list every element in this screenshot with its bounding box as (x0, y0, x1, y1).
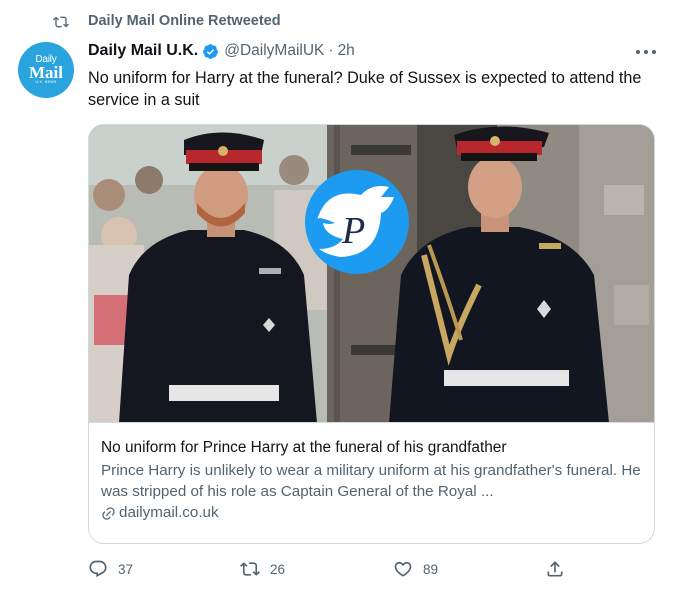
more-dot (636, 50, 640, 54)
retweet-icon (240, 562, 260, 576)
reply-button[interactable]: 37 (88, 558, 133, 580)
author-display-name[interactable]: Daily Mail U.K. (88, 42, 198, 60)
header-separator: · (328, 42, 334, 59)
tweet-timestamp[interactable]: 2h (338, 42, 355, 60)
tweet-actions: 37 26 89 (0, 558, 679, 580)
reply-icon (89, 560, 107, 578)
retweet-banner-label[interactable]: Daily Mail Online Retweeted (88, 13, 281, 29)
link-card[interactable]: P No uniform for Prince Harry at the fun… (88, 124, 655, 544)
card-domain-label[interactable]: dailymail.co.uk (119, 503, 219, 523)
card-image[interactable]: P (89, 125, 654, 423)
card-title[interactable]: No uniform for Prince Harry at the funer… (101, 437, 642, 458)
verified-badge-icon (203, 43, 219, 59)
share-icon (547, 561, 563, 577)
link-icon (102, 506, 115, 520)
more-dot (644, 50, 648, 54)
avatar-logo-line2: Mail (29, 63, 63, 82)
heart-icon (394, 561, 412, 577)
avatar[interactable]: Daily Mail U.K. NEWS (18, 42, 74, 98)
retweet-icon (53, 16, 69, 28)
card-domain[interactable]: dailymail.co.uk (101, 503, 642, 523)
tweet-header: Daily Mail U.K. @DailyMailUK · 2h (88, 40, 355, 62)
card-body[interactable]: No uniform for Prince Harry at the funer… (89, 424, 654, 523)
more-dot (652, 50, 656, 54)
more-options-icon[interactable] (636, 48, 656, 56)
share-button[interactable] (545, 558, 565, 580)
card-description: Prince Harry is unlikely to wear a milit… (101, 462, 641, 500)
like-count: 89 (423, 561, 439, 577)
author-handle[interactable]: @DailyMailUK (224, 42, 324, 60)
like-button[interactable]: 89 (393, 558, 438, 580)
card-watermark-letter: P (341, 210, 365, 252)
card-photo: P (89, 125, 654, 422)
avatar-logo-line3: U.K. NEWS (35, 80, 57, 84)
tweet-text: No uniform for Harry at the funeral? Duk… (88, 69, 642, 109)
reply-count: 37 (118, 561, 134, 577)
retweet-count: 26 (270, 561, 286, 577)
retweet-button[interactable]: 26 (240, 558, 285, 580)
